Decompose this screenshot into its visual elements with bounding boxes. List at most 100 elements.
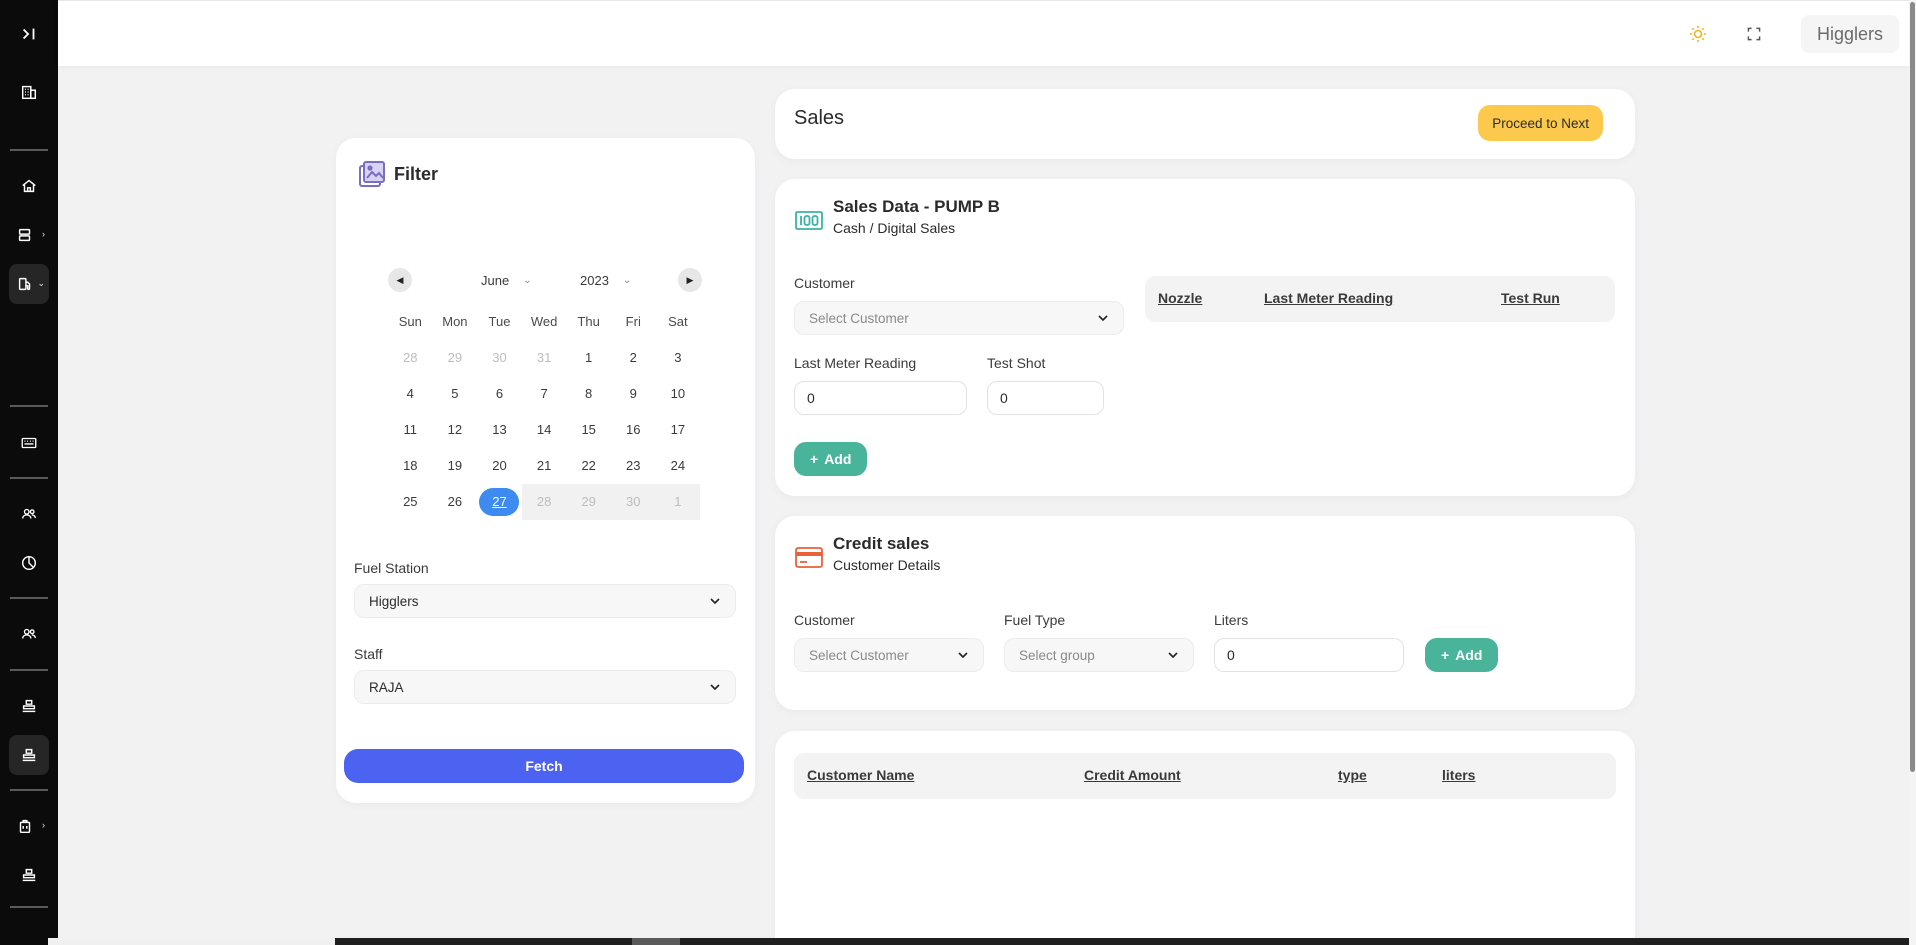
calendar-day[interactable]: 9 xyxy=(611,376,656,412)
calendar-day[interactable]: 7 xyxy=(522,376,567,412)
add-label: Add xyxy=(824,451,852,467)
calendar-day[interactable]: 20 xyxy=(477,448,522,484)
calendar-week-row: 25 26 27 28 29 30 1 xyxy=(388,484,704,520)
fuel-type-placeholder: Select group xyxy=(1019,647,1095,663)
home-icon[interactable] xyxy=(9,166,49,206)
calendar-week-row: 18 19 20 21 22 23 24 xyxy=(388,448,704,484)
weekday-label: Tue xyxy=(488,314,511,329)
calendar-day-disabled[interactable]: 29 xyxy=(566,484,611,520)
calendar-day[interactable]: 15 xyxy=(566,412,611,448)
scrollbar-thumb[interactable] xyxy=(1910,2,1915,772)
calendar-day[interactable]: 5 xyxy=(433,376,478,412)
fuel-station-select[interactable]: Higglers xyxy=(354,584,736,618)
weekday-label: Sat xyxy=(668,314,688,329)
column-header[interactable]: Customer Name xyxy=(807,767,914,783)
sidebar-divider xyxy=(10,405,48,407)
last-meter-label: Last Meter Reading xyxy=(794,355,917,371)
staff-label: Staff xyxy=(354,646,383,662)
plus-icon: + xyxy=(810,451,819,467)
calendar-day[interactable]: 18 xyxy=(388,448,433,484)
calendar-day-outside[interactable]: 31 xyxy=(522,340,567,376)
calendar-day[interactable]: 25 xyxy=(388,484,433,520)
test-shot-label: Test Shot xyxy=(987,355,1046,371)
calendar-day-selected[interactable]: 27 xyxy=(477,484,522,520)
sun-icon[interactable] xyxy=(1679,15,1717,53)
fuel-type-select[interactable]: Select group xyxy=(1004,638,1194,672)
calendar-day[interactable]: 16 xyxy=(611,412,656,448)
bag-icon[interactable]: › xyxy=(9,806,49,846)
user-menu[interactable]: Higglers xyxy=(1800,15,1899,53)
liters-input[interactable]: 0 xyxy=(1214,638,1404,672)
calendar-day[interactable]: 2 xyxy=(611,340,656,376)
fetch-button[interactable]: Fetch xyxy=(344,749,744,783)
test-shot-input[interactable]: 0 xyxy=(987,381,1104,415)
column-header[interactable]: liters xyxy=(1442,767,1475,783)
calendar-day[interactable]: 19 xyxy=(433,448,478,484)
column-header[interactable]: Nozzle xyxy=(1158,290,1202,306)
calendar-day-disabled[interactable]: 30 xyxy=(610,484,656,520)
filter-heading: Filter xyxy=(356,158,438,190)
plus-icon: + xyxy=(1441,647,1450,663)
stamp-icon[interactable] xyxy=(9,686,49,726)
calendar-day[interactable]: 23 xyxy=(611,448,656,484)
weekday-label: Mon xyxy=(442,314,468,329)
calendar-next-button[interactable]: ▶ xyxy=(678,268,702,292)
add-credit-button[interactable]: + Add xyxy=(1425,638,1499,672)
proceed-next-button[interactable]: Proceed to Next xyxy=(1478,105,1603,141)
calendar-day[interactable]: 24 xyxy=(656,448,701,484)
building-icon[interactable] xyxy=(9,72,49,112)
hundred-icon xyxy=(795,211,823,230)
calendar-day[interactable]: 3 xyxy=(656,340,701,376)
calendar-day-disabled[interactable]: 28 xyxy=(521,484,567,520)
calendar-day-disabled[interactable]: 1 xyxy=(655,484,701,520)
calendar-day[interactable]: 12 xyxy=(433,412,478,448)
staff-icon[interactable] xyxy=(9,614,49,654)
column-header[interactable]: Credit Amount xyxy=(1084,767,1181,783)
last-meter-input[interactable]: 0 xyxy=(794,381,967,415)
calendar-day[interactable]: 4 xyxy=(388,376,433,412)
users-icon[interactable] xyxy=(9,494,49,534)
chevron-down-icon xyxy=(710,684,720,691)
stamp-icon[interactable] xyxy=(9,855,49,895)
month-select[interactable]: June ⌄ xyxy=(481,268,532,292)
sidebar-divider xyxy=(10,597,48,599)
calendar-day[interactable]: 21 xyxy=(522,448,567,484)
calendar-day[interactable]: 26 xyxy=(433,484,478,520)
column-header[interactable]: Last Meter Reading xyxy=(1264,290,1393,306)
fuel-pump-menu-icon[interactable]: ⌄ xyxy=(9,264,49,304)
calendar-day-outside[interactable]: 29 xyxy=(433,340,478,376)
calendar-day[interactable]: 8 xyxy=(566,376,611,412)
calendar-day-outside[interactable]: 28 xyxy=(388,340,433,376)
sidebar-divider xyxy=(10,149,48,151)
stamp-icon[interactable] xyxy=(9,735,49,775)
chart-icon[interactable] xyxy=(9,543,49,583)
calendar-grid: Sun Mon Tue Wed Thu Fri Sat 28 29 30 31 1 2 3 4 5 6 7 8 9 1… xyxy=(388,304,704,520)
calendar-prev-button[interactable]: ◀ xyxy=(388,268,412,292)
month-value: June xyxy=(481,272,510,288)
column-header[interactable]: type xyxy=(1338,767,1367,783)
calendar-day[interactable]: 22 xyxy=(566,448,611,484)
expand-sidebar-icon[interactable] xyxy=(9,14,49,54)
add-sales-button[interactable]: + Add xyxy=(794,442,868,476)
credit-table-header: Customer Name Credit Amount type liters xyxy=(794,753,1616,799)
calendar-day[interactable]: 13 xyxy=(477,412,522,448)
calendar-day[interactable]: 1 xyxy=(566,340,611,376)
image-gallery-icon xyxy=(359,161,385,187)
column-header[interactable]: Test Run xyxy=(1501,290,1560,306)
calendar-day[interactable]: 11 xyxy=(388,412,433,448)
customer-select[interactable]: Select Customer xyxy=(794,301,1124,335)
year-select[interactable]: 2023 ⌄ xyxy=(580,268,631,292)
staff-select[interactable]: RAJA xyxy=(354,670,736,704)
layout-menu-icon[interactable]: › xyxy=(9,215,49,255)
calendar-day[interactable]: 10 xyxy=(656,376,701,412)
calendar-day[interactable]: 6 xyxy=(477,376,522,412)
credit-customer-select[interactable]: Select Customer xyxy=(794,638,984,672)
calendar-day[interactable]: 14 xyxy=(522,412,567,448)
sidebar-divider xyxy=(10,906,48,908)
calendar-day[interactable]: 17 xyxy=(656,412,701,448)
keyboard-icon[interactable] xyxy=(9,423,49,463)
page-scrollbar[interactable] xyxy=(1909,0,1916,945)
liters-label: Liters xyxy=(1214,612,1249,628)
calendar-day-outside[interactable]: 30 xyxy=(477,340,522,376)
fullscreen-icon[interactable] xyxy=(1735,15,1773,53)
